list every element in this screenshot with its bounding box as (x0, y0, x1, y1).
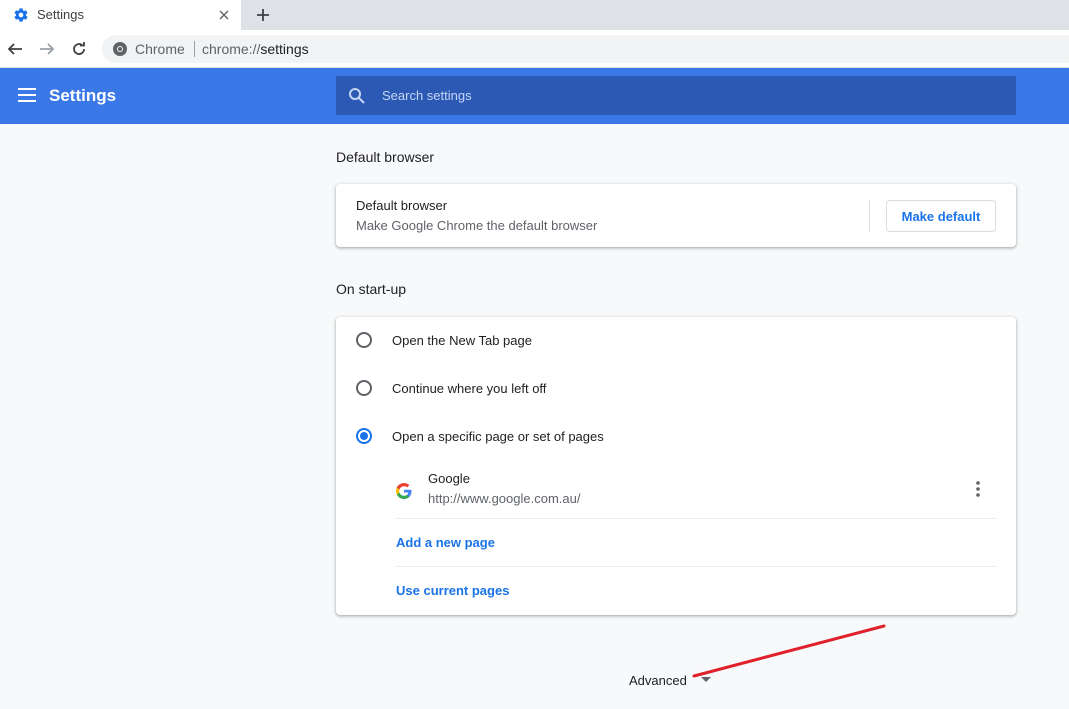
radio-option-new-tab[interactable]: Open the New Tab page (356, 330, 532, 350)
add-page-row: Add a new page (396, 519, 996, 567)
radio-option-specific-pages[interactable]: Open a specific page or set of pages (356, 426, 604, 446)
omnibox-separator (194, 41, 195, 57)
divider (869, 200, 870, 232)
startup-page-url: http://www.google.com.au/ (428, 491, 581, 506)
forward-button[interactable] (36, 38, 58, 60)
url-host: settings (260, 41, 309, 57)
tab-strip: Settings (0, 0, 1069, 30)
startup-page-entry: Google http://www.google.com.au/ (396, 467, 996, 519)
radio-option-continue[interactable]: Continue where you left off (356, 378, 546, 398)
search-icon (349, 88, 365, 104)
add-new-page-link[interactable]: Add a new page (396, 535, 495, 550)
reload-icon (73, 42, 85, 55)
chevron-down-icon (700, 677, 711, 682)
advanced-label: Advanced (629, 672, 687, 688)
radio-button[interactable] (356, 380, 372, 396)
reload-button[interactable] (68, 38, 90, 60)
tab-title: Settings (37, 7, 84, 22)
omnibox-chip: Chrome (135, 41, 185, 57)
hamburger-menu-icon[interactable] (18, 88, 36, 102)
plus-icon (257, 9, 269, 21)
radio-button[interactable] (356, 332, 372, 348)
section-title-default-browser: Default browser (336, 149, 435, 165)
use-current-row: Use current pages (396, 567, 996, 615)
settings-header: Settings (0, 68, 1069, 124)
radio-label: Open a specific page or set of pages (392, 428, 604, 444)
gear-icon (14, 8, 28, 22)
default-browser-description: Make Google Chrome the default browser (356, 218, 598, 233)
url-text: chrome://settings (202, 41, 309, 57)
close-tab-icon[interactable] (214, 5, 234, 25)
use-current-pages-link[interactable]: Use current pages (396, 583, 509, 598)
chrome-icon (113, 42, 127, 56)
radio-label: Continue where you left off (392, 380, 547, 396)
new-tab-button[interactable] (251, 4, 275, 26)
radio-button-selected[interactable] (356, 428, 372, 444)
arrow-right-icon (40, 43, 55, 55)
browser-toolbar: Chrome chrome://settings (0, 30, 1069, 68)
google-favicon-icon (396, 483, 412, 499)
back-button[interactable] (4, 38, 26, 60)
arrow-left-icon (7, 43, 22, 55)
default-browser-label: Default browser (356, 198, 448, 213)
url-scheme: chrome:// (202, 41, 261, 57)
startup-page-name: Google (428, 471, 470, 486)
startup-card: Open the New Tab page Continue where you… (336, 317, 1016, 615)
default-browser-card: Default browser Make Google Chrome the d… (336, 184, 1016, 247)
more-vertical-icon[interactable] (970, 479, 986, 499)
radio-label: Open the New Tab page (392, 332, 532, 348)
advanced-toggle[interactable]: Advanced (629, 670, 711, 690)
make-default-button[interactable]: Make default (886, 200, 996, 232)
page-title: Settings (49, 86, 117, 105)
search-input[interactable] (382, 76, 1002, 115)
tab-settings[interactable]: Settings (0, 0, 241, 30)
address-bar[interactable]: Chrome chrome://settings (102, 35, 1069, 63)
search-box[interactable] (336, 76, 1016, 115)
section-title-startup: On start-up (336, 281, 407, 297)
